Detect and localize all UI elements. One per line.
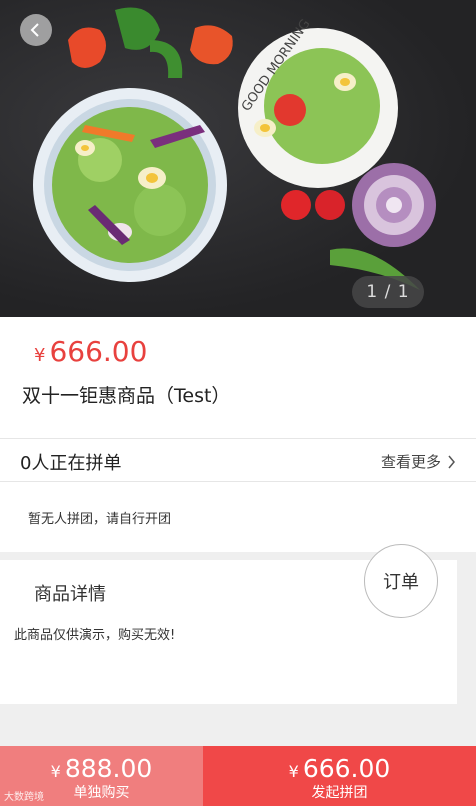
lettuce: [134, 184, 186, 236]
price-value: 666.00: [49, 335, 148, 368]
egg-yolk: [146, 173, 158, 183]
red-pepper: [190, 25, 233, 65]
buy-single-button[interactable]: ¥ 888.00 单独购买 大数跨境: [0, 746, 203, 806]
tomato: [274, 94, 306, 126]
details-body: 此商品仅供演示，购买无效!: [14, 628, 176, 643]
see-more-label: 查看更多: [380, 453, 441, 471]
back-button[interactable]: [20, 14, 52, 46]
cherry-tomato: [315, 190, 345, 220]
egg-yolk: [260, 124, 270, 132]
group-price: ¥ 666.00: [203, 754, 476, 783]
group-count-text: 0人正在拼单: [20, 453, 122, 474]
see-more-link[interactable]: 查看更多: [381, 451, 456, 472]
cherry-tomato: [281, 190, 311, 220]
single-price-value: 888.00: [64, 754, 153, 783]
green-pepper: [150, 40, 183, 78]
group-empty-state: 暂无人拼团，请自行开团: [0, 482, 476, 552]
red-pepper: [68, 27, 106, 69]
salad-photo: GOOD MORNING: [33, 7, 436, 290]
group-empty-text: 暂无人拼团，请自行开团: [28, 512, 172, 527]
product-title: 双十一钜惠商品（Test）: [22, 385, 231, 407]
single-price: ¥ 888.00: [0, 754, 203, 783]
bottom-action-bar: ¥ 888.00 单独购买 大数跨境 ¥ 666.00 发起拼团: [0, 746, 476, 806]
currency-symbol: ¥: [288, 762, 299, 781]
details-title: 商品详情: [34, 584, 106, 605]
image-pager: 1 / 1: [352, 276, 424, 308]
group-label: 发起拼团: [311, 785, 368, 801]
chevron-left-icon: [30, 23, 39, 37]
watermark: 大数跨境: [4, 792, 44, 803]
onion-core: [386, 197, 402, 213]
currency-symbol: ¥: [50, 762, 61, 781]
chevron-right-icon: [448, 455, 455, 468]
group-price-value: 666.00: [302, 754, 391, 783]
product-image-carousel[interactable]: GOOD MORNING 1 / 1: [0, 0, 476, 317]
order-button[interactable]: 订单: [364, 544, 438, 618]
currency-symbol: ¥: [34, 345, 46, 366]
egg-yolk: [340, 78, 350, 86]
group-buy-row: 0人正在拼单 查看更多: [0, 438, 476, 482]
product-price: ¥ 666.00: [34, 335, 147, 368]
start-group-button[interactable]: ¥ 666.00 发起拼团: [203, 746, 476, 806]
product-info: ¥ 666.00 双十一钜惠商品（Test）: [0, 317, 476, 438]
egg-yolk: [81, 145, 89, 151]
